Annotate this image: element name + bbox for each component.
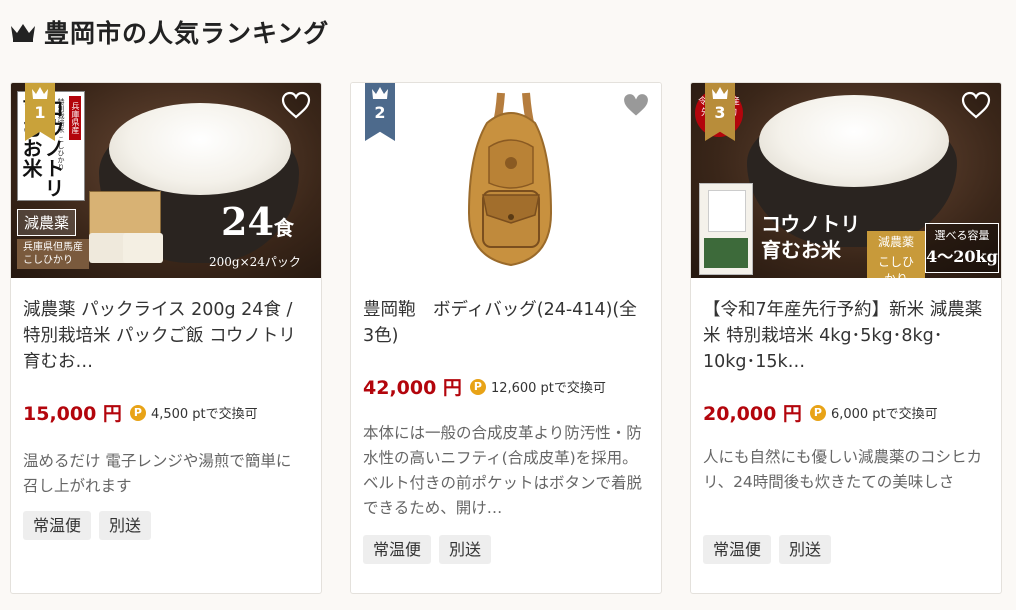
price: 20,000 円 [703,403,802,425]
price-row: 15,000 円 P 4,500 ptで交換可 [23,399,258,426]
image-prefecture: 兵庫県産 [69,96,81,140]
heart-icon[interactable] [621,91,651,119]
crown-icon [32,87,48,99]
product-description: 温めるだけ 電子レンジや湯煎で簡単に召し上がれます [23,452,292,495]
product-image[interactable] [351,83,661,278]
image-unit: 食 [273,216,294,240]
product-title[interactable]: 減農薬 パックライス 200g 24食 / 特別栽培米 パックご飯 コウノトリ育… [23,297,307,375]
tag-shipping: 常温便 [363,535,432,564]
rice-bag [699,183,753,275]
tag-list: 常温便 別送 [23,511,152,540]
rank-number: 2 [374,103,386,122]
points-text: 6,000 ptで交換可 [830,407,938,422]
image-count: 24 [221,199,274,244]
ranking-header: 豊岡市の人気ランキング [10,14,329,50]
points-text: 4,500 ptで交換可 [150,407,258,422]
image-tag2: こしひかり [867,251,925,278]
product-image[interactable]: 令和7年産 先行予約 コウノトリ 育むお米 減農薬 こしひかり 選べる容量 4～… [691,83,1001,278]
image-capacity: 4～20kg [926,247,998,266]
product-card-2[interactable]: 2 豊岡鞄 ボディバッグ(24-414)(全3色) 42,000 円 P 12,… [350,82,662,594]
points-icon: P [469,378,486,395]
crown-icon [11,24,35,42]
product-title[interactable]: 豊岡鞄 ボディバッグ(24-414)(全3色) [363,297,647,349]
image-name-line2: 育むお米 [761,238,841,262]
product-card-3[interactable]: 令和7年産 先行予約 コウノトリ 育むお米 減農薬 こしひかり 選べる容量 4～… [690,82,1002,594]
rank-number: 1 [34,103,46,122]
product-description: 本体には一般の合成皮革より防汚性・防水性の高いニフティ(合成皮革)を採用。ベルト… [363,424,643,517]
price: 15,000 円 [23,403,122,425]
heart-icon[interactable] [961,91,991,119]
points-icon: P [129,404,146,421]
product-image[interactable]: 兵庫県産 特別栽培米 こしひかり コウノトリ育むお米 減農薬 兵庫県但馬産 こし… [11,83,321,278]
bag-image [467,92,553,267]
product-description: 人にも自然にも優しい減農薬のコシヒカリ、24時間後も炊きたての美味しさ [703,448,983,491]
points-icon: P [809,404,826,421]
tag-separate: 別送 [99,511,152,540]
price-row: 20,000 円 P 6,000 ptで交換可 [703,399,938,426]
image-tag1: 減農薬 [867,231,925,252]
tag-list: 常温便 別送 [703,535,832,564]
tag-separate: 別送 [779,535,832,564]
tag-separate: 別送 [439,535,492,564]
heart-icon[interactable] [281,91,311,119]
image-origin: 兵庫県但馬産 こしひかり [17,239,89,269]
rank-number: 3 [714,103,726,122]
image-name-line1: コウノトリ [761,212,861,236]
tag-shipping: 常温便 [703,535,772,564]
price-row: 42,000 円 P 12,600 ptで交換可 [363,373,606,400]
image-pack: 200g×24パック [209,255,301,269]
crown-icon [372,87,388,99]
product-card-1[interactable]: 兵庫県産 特別栽培米 こしひかり コウノトリ育むお米 減農薬 兵庫県但馬産 こし… [10,82,322,594]
tag-shipping: 常温便 [23,511,92,540]
image-badge: 減農薬 [17,209,77,236]
price: 42,000 円 [363,377,462,399]
points-text: 12,600 ptで交換可 [490,381,606,396]
image-capacity-label: 選べる容量 [934,229,990,242]
crown-icon [712,87,728,99]
page-title: 豊岡市の人気ランキング [44,19,330,48]
tag-list: 常温便 別送 [363,535,492,564]
product-title[interactable]: 【令和7年産先行予約】新米 減農薬 米 特別栽培米 4kg･5kg･8kg･10… [703,297,987,375]
